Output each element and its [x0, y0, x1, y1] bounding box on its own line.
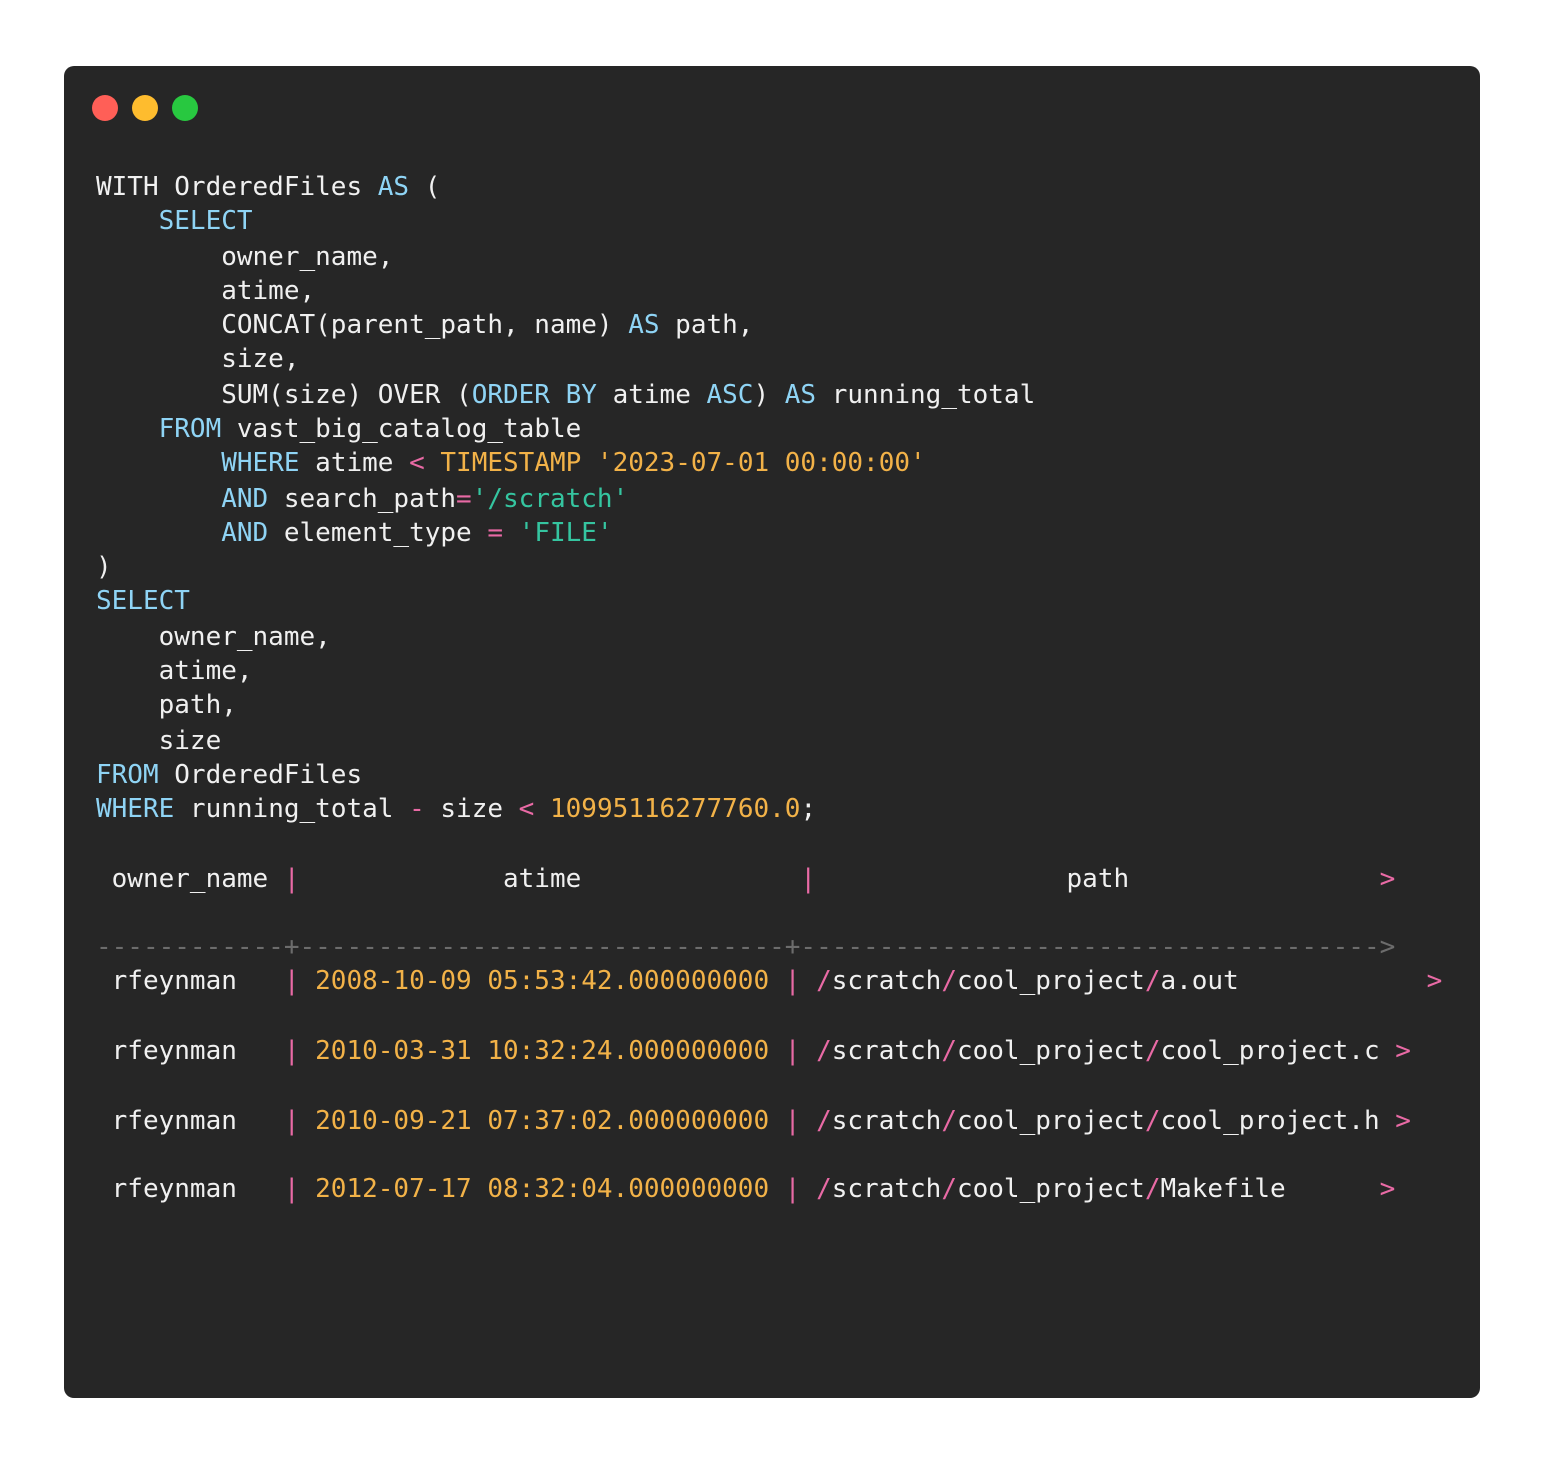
code-line: owner_name, — [96, 622, 331, 652]
code-line: WHERE atime < TIMESTAMP '2023-07-01 00:0… — [221, 448, 926, 478]
code-line: FROM vast_big_catalog_table — [158, 414, 582, 444]
column-separator: | — [800, 864, 817, 894]
code-line: CONCAT(parent_path, name) AS path, — [96, 310, 754, 340]
code-line: atime, — [96, 276, 316, 306]
truncation-marker: > — [1379, 864, 1396, 894]
results-header: owner_name | atime | path > — [96, 862, 1396, 896]
terminal-window: WITH OrderedFiles AS ( SELECT owner_name… — [64, 66, 1480, 1398]
truncation-marker: > — [1395, 1106, 1411, 1136]
code-line: AND element_type = 'FILE' — [221, 518, 613, 548]
code-line: atime, — [96, 656, 253, 686]
column-owner-name: owner_name — [96, 864, 284, 894]
code-line: owner_name, — [96, 242, 394, 272]
code-line: FROM OrderedFiles — [96, 760, 363, 790]
code-line: SELECT — [158, 206, 253, 236]
results-divider: ------------+---------------------------… — [96, 932, 1396, 962]
truncation-marker: > — [1426, 966, 1443, 996]
code-line: size, — [96, 344, 300, 374]
code-line: WHERE running_total - size < 10995116277… — [96, 794, 817, 824]
table-row: rfeynman | 2008-10-09 05:53:42.000000000… — [96, 966, 1443, 996]
truncation-marker: > — [1379, 1174, 1396, 1204]
code-line: WITH OrderedFiles AS ( — [96, 172, 441, 202]
code-line: SUM(size) OVER (ORDER BY atime ASC) AS r… — [96, 380, 1036, 410]
table-row: rfeynman | 2010-03-31 10:32:24.000000000… — [96, 1036, 1411, 1066]
table-row: rfeynman | 2010-09-21 07:37:02.000000000… — [96, 1106, 1411, 1136]
truncation-marker: > — [1395, 1036, 1411, 1066]
code-line: SELECT — [96, 586, 190, 616]
column-atime: atime — [299, 864, 801, 894]
column-path: path — [816, 864, 1380, 894]
terminal-output[interactable]: WITH OrderedFiles AS ( SELECT owner_name… — [64, 66, 1480, 1398]
table-row: rfeynman | 2012-07-17 08:32:04.000000000… — [96, 1174, 1396, 1204]
code-line: AND search_path='/scratch' — [221, 484, 629, 514]
code-line: path, — [96, 690, 237, 720]
code-line: size — [96, 726, 222, 756]
column-separator: | — [283, 864, 300, 894]
code-line: ) — [96, 552, 112, 582]
